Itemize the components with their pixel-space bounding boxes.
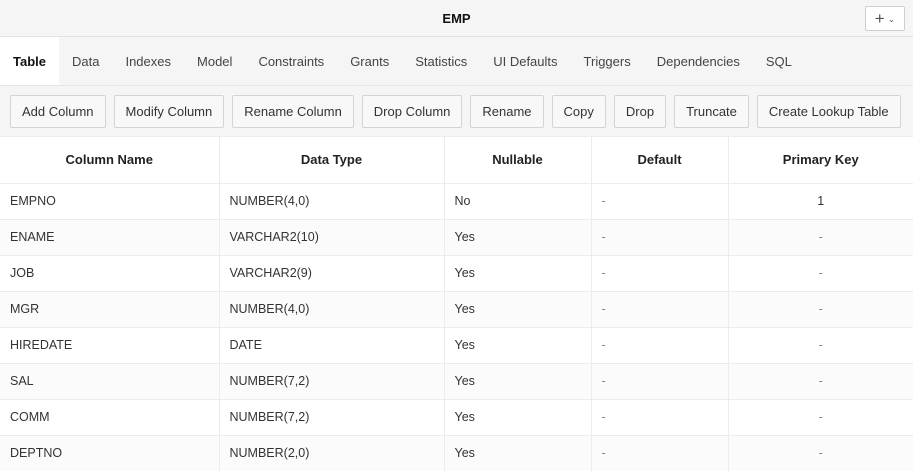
cell-default: - xyxy=(591,218,729,255)
cell-data-type: NUMBER(7,2) xyxy=(219,362,445,399)
table-toolbar: Add Column Modify Column Rename Column D… xyxy=(0,86,913,137)
truncate-button[interactable]: Truncate xyxy=(674,94,749,128)
cell-primary-key: - xyxy=(728,290,913,327)
tab-constraints[interactable]: Constraints xyxy=(245,37,337,85)
table-row[interactable]: DEPTNO NUMBER(2,0) Yes - - xyxy=(0,434,913,471)
table-row[interactable]: JOB VARCHAR2(9) Yes - - xyxy=(0,254,913,291)
add-column-button[interactable]: Add Column xyxy=(10,94,106,128)
cell-data-type: NUMBER(4,0) xyxy=(219,290,445,327)
tab-table[interactable]: Table xyxy=(0,37,59,85)
cell-nullable: Yes xyxy=(444,218,592,255)
tab-ui-defaults[interactable]: UI Defaults xyxy=(480,37,570,85)
table-header-row: Column Name Data Type Nullable Default P… xyxy=(0,137,913,183)
create-lookup-table-button[interactable]: Create Lookup Table xyxy=(756,94,901,128)
drop-button[interactable]: Drop xyxy=(613,94,667,128)
window-titlebar: EMP + ⌄ xyxy=(0,0,913,37)
cell-nullable: Yes xyxy=(444,290,592,327)
tab-bar: Table Data Indexes Model Constraints Gra… xyxy=(0,37,913,86)
page-title: EMP xyxy=(442,10,471,26)
table-row[interactable]: EMPNO NUMBER(4,0) No - 1 xyxy=(0,182,913,219)
chevron-down-icon: ⌄ xyxy=(887,14,896,24)
rename-column-button[interactable]: Rename Column xyxy=(232,94,354,128)
column-header-primary-key[interactable]: Primary Key xyxy=(728,137,913,183)
column-header-nullable[interactable]: Nullable xyxy=(444,137,592,183)
table-row[interactable]: ENAME VARCHAR2(10) Yes - - xyxy=(0,218,913,255)
tab-triggers[interactable]: Triggers xyxy=(571,37,644,85)
cell-column-name: SAL xyxy=(0,362,220,399)
cell-nullable: Yes xyxy=(444,398,592,435)
drop-column-button[interactable]: Drop Column xyxy=(361,94,463,128)
cell-primary-key: - xyxy=(728,254,913,291)
tab-model[interactable]: Model xyxy=(184,37,245,85)
column-header-column-name[interactable]: Column Name xyxy=(0,137,220,183)
cell-nullable: Yes xyxy=(444,326,592,363)
table-row[interactable]: HIREDATE DATE Yes - - xyxy=(0,326,913,363)
column-header-data-type[interactable]: Data Type xyxy=(219,137,445,183)
add-menu-button[interactable]: + ⌄ xyxy=(865,6,905,31)
cell-column-name: COMM xyxy=(0,398,220,435)
tab-sql[interactable]: SQL xyxy=(753,37,805,85)
rename-button[interactable]: Rename xyxy=(470,94,544,128)
cell-default: - xyxy=(591,434,729,471)
cell-column-name: ENAME xyxy=(0,218,220,255)
cell-nullable: Yes xyxy=(444,434,592,471)
cell-data-type: NUMBER(2,0) xyxy=(219,434,445,471)
cell-nullable: Yes xyxy=(444,362,592,399)
cell-primary-key: - xyxy=(728,362,913,399)
column-header-default[interactable]: Default xyxy=(591,137,729,183)
plus-icon: + xyxy=(874,9,885,28)
cell-data-type: VARCHAR2(9) xyxy=(219,254,445,291)
table-row[interactable]: COMM NUMBER(7,2) Yes - - xyxy=(0,398,913,435)
table-row[interactable]: SAL NUMBER(7,2) Yes - - xyxy=(0,362,913,399)
cell-column-name: MGR xyxy=(0,290,220,327)
copy-button[interactable]: Copy xyxy=(551,94,606,128)
cell-primary-key: - xyxy=(728,398,913,435)
cell-default: - xyxy=(591,398,729,435)
cell-primary-key: - xyxy=(728,326,913,363)
cell-default: - xyxy=(591,182,729,219)
cell-nullable: No xyxy=(444,182,592,219)
table-row[interactable]: MGR NUMBER(4,0) Yes - - xyxy=(0,290,913,327)
cell-nullable: Yes xyxy=(444,254,592,291)
cell-primary-key: - xyxy=(728,434,913,471)
cell-default: - xyxy=(591,326,729,363)
cell-primary-key: 1 xyxy=(728,182,913,219)
cell-primary-key: - xyxy=(728,218,913,255)
tab-grants[interactable]: Grants xyxy=(337,37,402,85)
cell-data-type: VARCHAR2(10) xyxy=(219,218,445,255)
cell-column-name: DEPTNO xyxy=(0,434,220,471)
cell-column-name: JOB xyxy=(0,254,220,291)
cell-default: - xyxy=(591,254,729,291)
tab-dependencies[interactable]: Dependencies xyxy=(644,37,753,85)
columns-table: Column Name Data Type Nullable Default P… xyxy=(0,137,913,471)
cell-default: - xyxy=(591,290,729,327)
cell-column-name: EMPNO xyxy=(0,182,220,219)
modify-column-button[interactable]: Modify Column xyxy=(113,94,225,128)
tab-data[interactable]: Data xyxy=(59,37,112,85)
tab-statistics[interactable]: Statistics xyxy=(402,37,480,85)
cell-data-type: NUMBER(4,0) xyxy=(219,182,445,219)
cell-default: - xyxy=(591,362,729,399)
cell-data-type: DATE xyxy=(219,326,445,363)
tab-indexes[interactable]: Indexes xyxy=(112,37,184,85)
cell-column-name: HIREDATE xyxy=(0,326,220,363)
cell-data-type: NUMBER(7,2) xyxy=(219,398,445,435)
